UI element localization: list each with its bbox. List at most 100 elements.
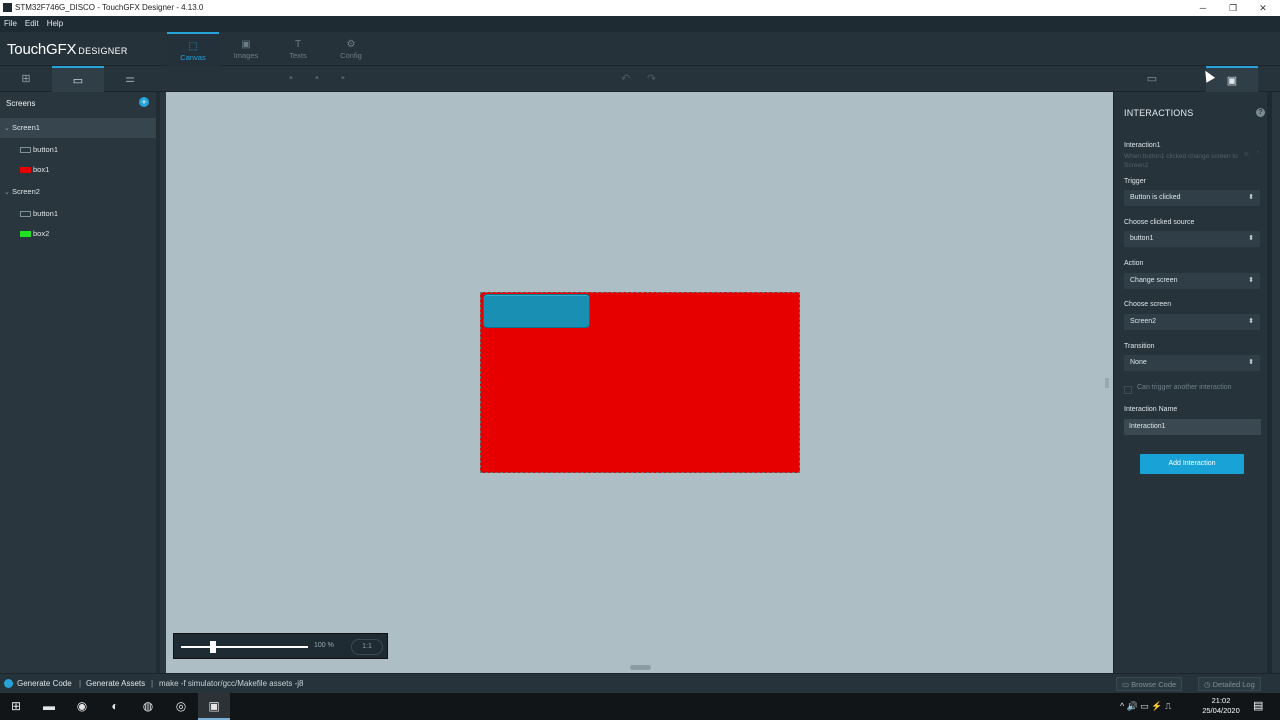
interactions-panel-icon: ▣ (1226, 75, 1238, 87)
close-button[interactable]: ✕ (1248, 0, 1278, 16)
zoom-slider-handle[interactable] (209, 641, 216, 653)
trigger-another-label: Can trigger another interaction (1137, 384, 1232, 391)
action-select[interactable]: Change screen ⬍ (1124, 273, 1260, 289)
chevron-up-icon[interactable]: ⌃ (1255, 150, 1261, 158)
trigger-select[interactable]: Button is clicked ⬍ (1124, 190, 1260, 206)
transition-label: Transition (1124, 343, 1155, 350)
screens-panel: Screens + ⌄ Screen1 button1 box1 ⌄ Screen2… (0, 92, 160, 673)
tree-item-box1[interactable]: box1 (0, 160, 156, 180)
interaction-name-heading[interactable]: Interaction1 (1124, 142, 1161, 149)
choose-screen-select[interactable]: Screen2 ⬍ (1124, 314, 1260, 330)
properties-panel-icon: ▭ (1146, 73, 1158, 85)
send-backward-icon[interactable]: ▪ (315, 72, 319, 84)
interactions-title: INTERACTIONS (1124, 108, 1194, 118)
trigger-label: Trigger (1124, 178, 1146, 185)
close-icon[interactable]: ✕ (1243, 150, 1250, 159)
undo-icon[interactable]: ↶ (621, 72, 630, 85)
tree-item-button1[interactable]: button1 (0, 140, 156, 160)
generate-assets-button[interactable]: Generate Assets (86, 679, 145, 688)
menu-edit[interactable]: Edit (21, 16, 43, 31)
add-screen-button[interactable]: + (139, 97, 149, 107)
add-widget-icon: ⊞ (21, 73, 31, 85)
dropdown-arrow-icon: ⬍ (1248, 235, 1254, 242)
box-color-swatch (20, 167, 31, 174)
interactions-panel-tab[interactable]: ▣ (1206, 66, 1258, 92)
zoom-slider-track[interactable] (181, 646, 308, 648)
properties-tab[interactable]: ⚌ (104, 66, 156, 92)
add-interaction-button[interactable]: Add Interaction (1140, 454, 1244, 474)
trigger-another-checkbox[interactable] (1124, 386, 1132, 394)
title-bar: STM32F746G_DISCO - TouchGFX Designer - 4… (0, 0, 1280, 16)
touchgfx-logo: TouchGFX DESIGNER (7, 41, 128, 58)
menu-help[interactable]: Help (43, 16, 67, 31)
generate-code-button[interactable]: Generate Code (17, 679, 72, 688)
tree-item-box2[interactable]: box2 (0, 224, 156, 244)
help-icon[interactable]: ? (1256, 108, 1265, 117)
tree-item-screen2[interactable]: ⌄ Screen2 (0, 182, 156, 202)
interaction-name-input[interactable]: Interaction1 (1124, 419, 1261, 435)
app-icon (3, 3, 12, 12)
redo-icon[interactable]: ↷ (647, 72, 656, 85)
dropdown-arrow-icon: ⬍ (1248, 277, 1254, 284)
menu-bar: File Edit Help (0, 16, 1280, 32)
action-label: Action (1124, 260, 1144, 267)
chrome-icon[interactable]: ◍ (132, 693, 164, 720)
maximize-button[interactable]: ❐ (1218, 0, 1248, 16)
minimize-button[interactable]: ─ (1188, 0, 1218, 16)
transition-select[interactable]: None ⬍ (1124, 355, 1260, 371)
system-tray-icons[interactable]: ^ 🔊 ▭ ⚡ ⎍ (1120, 693, 1171, 720)
panel-resize-handle[interactable] (1105, 378, 1109, 388)
taskbar-clock[interactable]: 21:02 25/04/2020 (1200, 696, 1242, 716)
dropdown-arrow-icon: ⬍ (1248, 359, 1254, 366)
clicked-source-label: Choose clicked source (1124, 219, 1195, 226)
browse-code-button[interactable]: ▭ Browse Code (1116, 677, 1183, 691)
dropdown-arrow-icon: ⬍ (1248, 318, 1254, 325)
screen-select-tab[interactable]: ▭ (52, 66, 104, 92)
choose-screen-label: Choose screen (1124, 301, 1172, 308)
tab-texts[interactable]: T Texts (272, 32, 324, 66)
generate-code-icon[interactable] (4, 679, 13, 688)
button-widget-icon (20, 211, 31, 218)
canvas-scroll-handle[interactable] (630, 665, 651, 670)
add-widget-tab[interactable]: ⊞ (0, 66, 52, 92)
file-explorer-icon[interactable]: ▬ (33, 693, 65, 720)
windows-start-icon[interactable]: ⊞ (0, 693, 32, 720)
notification-icon[interactable]: ▤ (1253, 699, 1263, 712)
build-command-text: make -f simulator/gcc/Makefile assets -j… (159, 679, 304, 688)
chevron-down-icon[interactable]: ⌄ (4, 183, 12, 203)
bring-forward-icon[interactable]: ▪ (289, 72, 293, 84)
toolbar: ⊞ ▭ ⚌ ▪ ▪ ▪ ↶ ↷ ▭ ▣ (0, 66, 1280, 92)
group-icon[interactable]: ▪ (341, 72, 345, 84)
zoom-reset-button[interactable]: 1:1 (351, 639, 383, 655)
tab-images[interactable]: ▣ Images (220, 32, 272, 66)
window-title: STM32F746G_DISCO - TouchGFX Designer - 4… (15, 3, 204, 12)
tree-item-screen1[interactable]: ⌄ Screen1 (0, 118, 156, 138)
zoom-value: 100 % (314, 642, 334, 649)
interaction-description: When button1 clicked change screen to Sc… (1124, 153, 1238, 169)
tab-canvas[interactable]: ⬚ Canvas (167, 32, 219, 66)
panel-scrollbar[interactable] (1267, 92, 1272, 673)
screen-select-icon: ▭ (72, 75, 84, 87)
clicked-source-select[interactable]: button1 ⬍ (1124, 231, 1260, 247)
canvas-button1[interactable] (483, 294, 590, 328)
status-bar: Generate Code | Generate Assets | make -… (0, 673, 1280, 693)
status-separator: | (79, 679, 82, 688)
status-separator: | (151, 679, 154, 688)
chevron-down-icon[interactable]: ⌄ (4, 119, 12, 139)
tab-config[interactable]: ⚙ Config (325, 32, 377, 66)
touchgfx-icon[interactable]: ▣ (198, 693, 230, 720)
windows-taskbar: ⊞ ▬ ◉ ◐ ◍ ◎ ▣ ^ 🔊 ▭ ⚡ ⎍ 21:02 25/04/2020 … (0, 693, 1280, 720)
dropdown-arrow-icon: ⬍ (1248, 194, 1254, 201)
interactions-panel: INTERACTIONS ? Interaction1 When button1… (1113, 92, 1272, 673)
obs-icon[interactable]: ◎ (165, 693, 197, 720)
config-icon: ⚙ (346, 39, 356, 50)
eclipse-icon[interactable]: ◐ (99, 693, 131, 720)
menu-file[interactable]: File (0, 16, 21, 31)
detailed-log-button[interactable]: ◷ Detailed Log (1198, 677, 1261, 691)
tree-item-button1[interactable]: button1 (0, 204, 156, 224)
button-widget-icon (20, 147, 31, 154)
images-icon: ▣ (241, 39, 251, 50)
firefox-icon[interactable]: ◉ (66, 693, 98, 720)
interaction-name-label: Interaction Name (1124, 406, 1178, 413)
properties-panel-tab[interactable]: ▭ (1126, 66, 1178, 92)
